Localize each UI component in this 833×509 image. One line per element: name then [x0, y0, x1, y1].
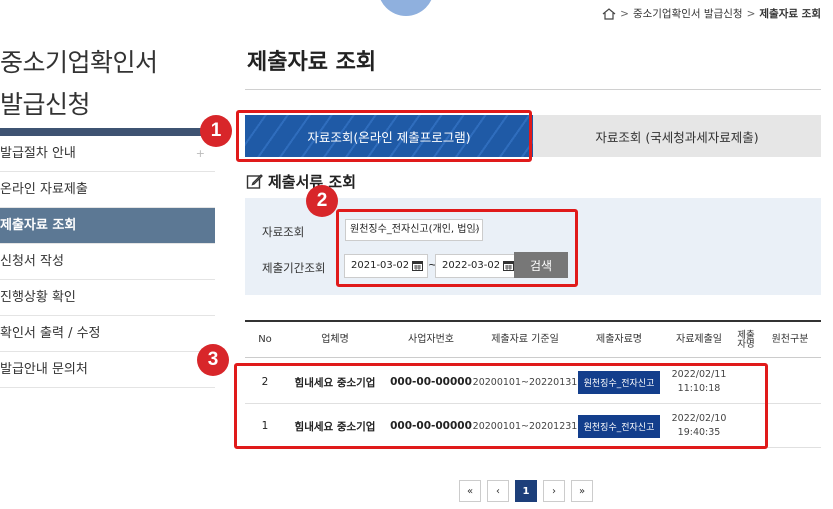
- page-next-button[interactable]: ›: [543, 480, 565, 502]
- col-docname: 제출자료명: [596, 334, 642, 345]
- sidebar-accent-bar: [0, 128, 215, 136]
- sidebar-menu: 발급절차 안내 + 온라인 자료제출 제출자료 조회 신청서 작성 진행상황 확…: [0, 136, 215, 388]
- sidebar-item-label: 제출자료 조회: [0, 218, 77, 233]
- sidebar-item-label: 발급절차 안내: [0, 146, 76, 161]
- highlight-box-1: [236, 110, 532, 162]
- sidebar-item-label: 신청서 작성: [0, 254, 64, 269]
- top-decor-circle: [378, 0, 434, 16]
- col-type: 원천구분: [771, 334, 809, 345]
- period-label: 제출기간조회: [262, 261, 326, 275]
- sidebar-title-line2: 발급신청: [0, 90, 91, 119]
- section-title: 제출서류 조회: [246, 171, 356, 192]
- sidebar-item-inquiry[interactable]: 제출자료 조회: [0, 208, 215, 244]
- page-current[interactable]: 1: [515, 480, 537, 502]
- col-bizno: 사업자번호: [408, 334, 454, 345]
- edit-icon: [246, 174, 263, 189]
- sidebar-item-label: 확인서 출력 / 수정: [0, 326, 101, 341]
- home-icon[interactable]: [602, 7, 616, 20]
- highlight-box-2: [336, 209, 578, 287]
- page-prev-button[interactable]: ‹: [487, 480, 509, 502]
- table-header: No 업체명 사업자번호 제출자료 기준일 제출자료명 자료제출일 제출자명 원…: [245, 320, 821, 358]
- col-company: 업체명: [321, 334, 349, 345]
- col-submit-date: 자료제출일: [676, 334, 722, 345]
- title-divider: [245, 89, 821, 90]
- highlight-box-3: [234, 363, 768, 449]
- sidebar-item-print[interactable]: 확인서 출력 / 수정: [0, 316, 215, 352]
- breadcrumb-item-current: 제출자료 조회: [759, 8, 821, 20]
- breadcrumb-sep: >: [620, 7, 629, 20]
- sidebar-item-contact[interactable]: 발급안내 문의처: [0, 352, 215, 388]
- breadcrumb-sep: >: [746, 7, 756, 20]
- page-title: 제출자료 조회: [247, 50, 377, 75]
- step-badge-2: 2: [306, 185, 338, 217]
- sidebar-title-line1: 중소기업확인서: [0, 48, 158, 77]
- pagination: « ‹ 1 › »: [459, 480, 593, 502]
- sidebar-item-guide[interactable]: 발급절차 안내 +: [0, 136, 215, 172]
- breadcrumb: > 중소기업확인서 발급신청 > 제출자료 조회: [602, 6, 821, 21]
- col-period: 제출자료 기준일: [491, 334, 559, 345]
- search-type-label: 자료조회: [262, 225, 305, 239]
- sidebar-title: 중소기업확인서 발급신청: [0, 42, 158, 126]
- col-submitter: 제출자명: [737, 329, 755, 350]
- sidebar-item-label: 발급안내 문의처: [0, 362, 88, 377]
- sidebar-item-online-submit[interactable]: 온라인 자료제출: [0, 172, 215, 208]
- sidebar-item-application[interactable]: 신청서 작성: [0, 244, 215, 280]
- step-badge-1: 1: [200, 115, 232, 147]
- sidebar-item-status[interactable]: 진행상황 확인: [0, 280, 215, 316]
- sidebar-item-label: 진행상황 확인: [0, 290, 76, 305]
- col-no: No: [258, 334, 272, 345]
- breadcrumb-item-apply[interactable]: 중소기업확인서 발급신청: [633, 6, 743, 21]
- page-last-button[interactable]: »: [571, 480, 593, 502]
- page-first-button[interactable]: «: [459, 480, 481, 502]
- step-badge-3: 3: [197, 344, 229, 376]
- tab-tax-office[interactable]: 자료조회 (국세청과세자료제출): [533, 115, 821, 157]
- sidebar-item-label: 온라인 자료제출: [0, 182, 88, 197]
